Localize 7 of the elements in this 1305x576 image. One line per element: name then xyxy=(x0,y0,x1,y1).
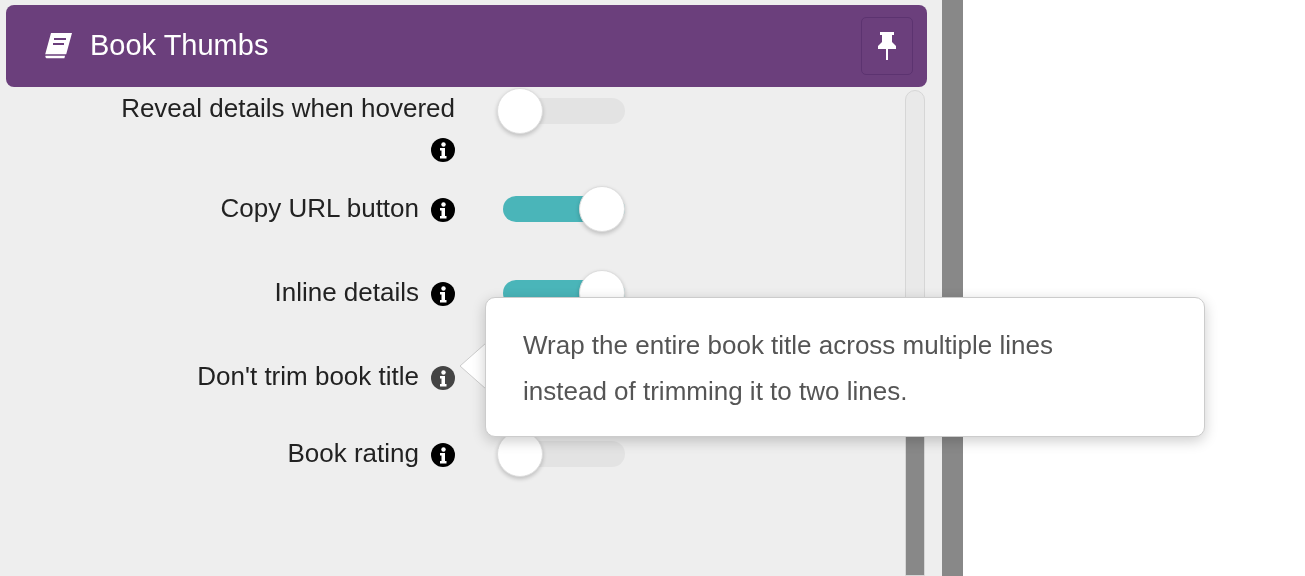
setting-label: Inline details xyxy=(274,277,419,307)
setting-label: Book rating xyxy=(287,438,419,468)
setting-label: Copy URL button xyxy=(220,193,419,223)
panel-title: Book Thumbs xyxy=(90,28,269,64)
setting-label: Reveal details when hovered xyxy=(121,93,455,123)
setting-label: Don't trim book title xyxy=(197,361,419,391)
tooltip: Wrap the entire book title across multiple lines instead of trimming it to two lines. xyxy=(485,297,1205,437)
